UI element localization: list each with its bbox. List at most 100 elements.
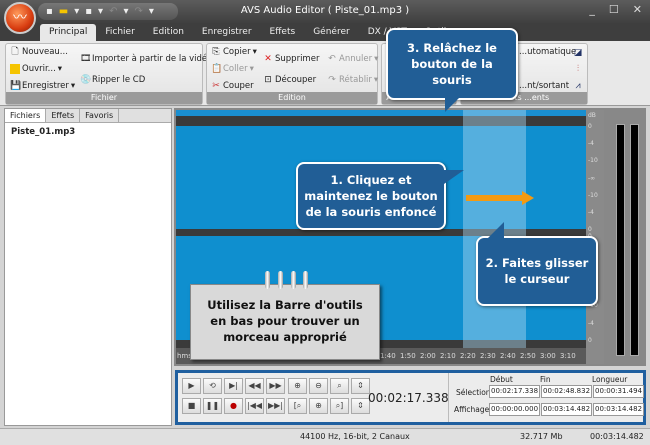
zoom-button-2[interactable]: ⌕ — [330, 378, 349, 394]
callout-step-3: 3. Relâchez le bouton de la souris — [386, 28, 518, 100]
tip-note: Utilisez la Barre d'outils en bas pour t… — [190, 271, 380, 360]
group-label: Edition — [207, 92, 377, 104]
selection-length-field[interactable]: 00:00:31.494 — [593, 385, 644, 398]
folder-icon — [10, 64, 20, 74]
zoom-button-0[interactable]: ⊕ — [288, 378, 307, 394]
waveform-logo-icon: 〰 — [13, 10, 27, 26]
equalizer-icon[interactable]: ⫶ — [573, 64, 583, 74]
db-label: 0 — [588, 123, 592, 130]
open-button[interactable]: Ouvrir... ▾ — [10, 64, 62, 74]
ruler-label: 2:30 — [480, 352, 496, 360]
tab-generer[interactable]: Générer — [304, 24, 359, 41]
ruler-label: 2:00 — [420, 352, 436, 360]
tab-edition[interactable]: Edition — [144, 24, 193, 41]
transport-button-3[interactable]: |◀◀ — [245, 398, 264, 414]
binder-ring-icon — [278, 271, 283, 289]
display-label: Affichage — [454, 405, 490, 414]
ruler-label: 1:40 — [380, 352, 396, 360]
new-button[interactable]: 🗋 Nouveau... — [10, 47, 68, 57]
cd-icon: 💿 — [80, 75, 92, 85]
db-label: -4 — [588, 140, 594, 148]
group-label: Fichier — [6, 92, 202, 104]
graph-icon[interactable]: ⩘ — [573, 81, 583, 91]
paste-button[interactable]: 📋 Coller ▾ — [211, 64, 254, 74]
zoom-button-1[interactable]: ⊕ — [309, 398, 328, 414]
tab-effets[interactable]: Effets — [261, 24, 305, 41]
minimize-button[interactable]: _ — [589, 3, 595, 16]
close-button[interactable]: ✕ — [633, 3, 642, 16]
audio-format: 44100 Hz, 16-bit, 2 Canaux — [300, 432, 410, 441]
current-time: 00:02:17.338 — [368, 391, 449, 405]
transport-button-0[interactable]: ▶ — [182, 378, 201, 394]
normalize-icon[interactable]: ◪ — [573, 48, 583, 58]
auto-button[interactable]: ...utomatique — [519, 47, 576, 57]
display-end-field[interactable]: 00:03:14.482 — [541, 403, 592, 416]
zoom-button-2[interactable]: ⌕] — [330, 398, 349, 414]
transport-toolbar: ▶ ⟲ ▶| ◀◀ ▶▶ ■ ❚❚ ● |◀◀ ▶▶| ⊕ ⊖ ⌕ ⇕ [⌕ ⊕ ⌕] ⇕ 00:02:17.33… — [175, 370, 646, 425]
transport-button-3[interactable]: ◀◀ — [245, 378, 264, 394]
scissors-icon: ✂ — [212, 81, 220, 91]
transport-button-1[interactable]: ⟲ — [203, 378, 222, 394]
ruler-label: 2:10 — [440, 352, 456, 360]
callout-step-1: 1. Cliquez et maintenez le bouton de la … — [296, 162, 446, 230]
film-icon: 🎞 — [80, 54, 92, 64]
trim-button[interactable]: ⊡ Découper — [263, 75, 316, 85]
ruler-label: 1:50 — [400, 352, 416, 360]
tab-fichier[interactable]: Fichier — [96, 24, 143, 41]
save-button[interactable]: 💾 Enregistrer ▾ — [10, 81, 75, 91]
callout-tail — [445, 98, 459, 112]
transport-button-2[interactable]: ▶| — [224, 378, 243, 394]
title-bar: ▪ ▬ ▾ ▪ ▾ ↶ ▾ ↷ ▾ AVS Audio Editor ( Pis… — [0, 0, 650, 24]
file-item[interactable]: Piste_01.mp3 — [5, 123, 171, 141]
db-label: 0 — [588, 337, 592, 344]
binder-ring-icon — [265, 271, 270, 289]
selection-start-field[interactable]: 00:02:17.338 — [489, 385, 540, 398]
rip-cd-button[interactable]: 💿 Ripper le CD — [80, 75, 145, 85]
db-label: -10 — [588, 157, 598, 165]
group-edition: ⎘ Copier ▾ 📋 Coller ▾ ✂ Couper ✕ Supprimer ⊡… — [206, 43, 378, 105]
zoom-button-1[interactable]: ⊖ — [309, 378, 328, 394]
db-label: 0 — [588, 226, 592, 233]
zoom-button-0[interactable]: [⌕ — [288, 398, 307, 414]
fade-button[interactable]: ...nt/sortant — [519, 81, 569, 91]
callout-tail — [488, 222, 504, 238]
tab-favoris[interactable]: Favoris — [80, 109, 120, 122]
display-start-field[interactable]: 00:00:00.000 — [489, 403, 540, 416]
binder-ring-icon — [303, 271, 308, 289]
selection-end-field[interactable]: 00:02:48.832 — [541, 385, 592, 398]
import-video-button[interactable]: 🎞 Importer à partir de la vidéo — [80, 54, 212, 64]
arrow-head-icon — [522, 191, 534, 205]
paste-icon: 📋 — [211, 64, 223, 74]
transport-button-4[interactable]: ▶▶| — [266, 398, 285, 414]
display-length-field[interactable]: 00:03:14.482 — [593, 403, 644, 416]
tab-effets-panel[interactable]: Effets — [46, 109, 81, 122]
tab-fichiers[interactable]: Fichiers — [5, 109, 47, 122]
transport-button-4[interactable]: ▶▶ — [266, 378, 285, 394]
delete-icon: ✕ — [264, 54, 272, 64]
callout-step-2: 2. Faites glisser le curseur — [476, 236, 598, 306]
db-label: -10 — [588, 191, 598, 199]
undo-icon: ↶ — [328, 54, 336, 64]
save-icon: 💾 — [10, 81, 22, 91]
callout-tail — [444, 170, 464, 184]
app-menu-button[interactable]: 〰 — [4, 2, 36, 34]
ribbon: 🗋 Nouveau... Ouvrir... ▾ 💾 Enregistrer ▾ 🎞… — [0, 41, 650, 106]
copy-button[interactable]: ⎘ Copier ▾ — [211, 47, 257, 57]
transport-button-0[interactable]: ■ — [182, 398, 201, 414]
file-size: 32.717 Mb — [520, 432, 563, 441]
undo-button[interactable]: ↶ Annuler ▾ — [327, 54, 378, 64]
transport-button-2[interactable]: ● — [224, 398, 243, 414]
cut-button[interactable]: ✂ Couper — [211, 81, 253, 91]
ruler-label: 3:10 — [560, 352, 576, 360]
file-panel: Fichiers Effets Favoris Piste_01.mp3 — [4, 108, 172, 426]
copy-icon: ⎘ — [212, 47, 220, 57]
new-file-icon: 🗋 — [11, 47, 19, 57]
redo-button[interactable]: ↷ Rétablir ▾ — [327, 75, 378, 85]
delete-button[interactable]: ✕ Supprimer — [263, 54, 319, 64]
trim-icon: ⊡ — [264, 75, 272, 85]
transport-button-1[interactable]: ❚❚ — [203, 398, 222, 414]
tab-enregistrer[interactable]: Enregistrer — [193, 24, 261, 41]
maximize-button[interactable]: ☐ — [609, 3, 619, 16]
level-meter-left — [616, 124, 625, 356]
tab-principal[interactable]: Principal — [40, 24, 97, 41]
